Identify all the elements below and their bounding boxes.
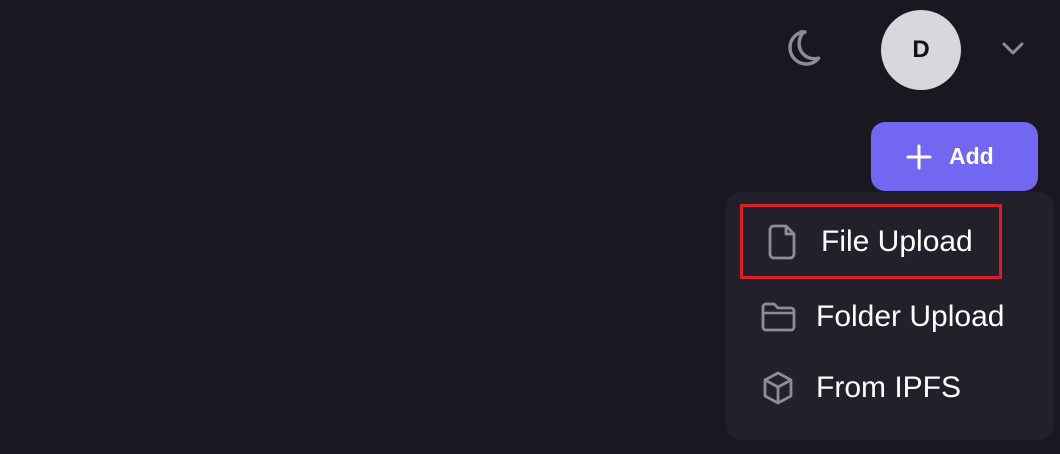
file-icon [763,222,803,262]
menu-item-folder-upload[interactable]: Folder Upload [740,282,1030,352]
moon-icon [778,26,824,77]
plus-icon [905,143,933,171]
menu-item-file-upload[interactable]: File Upload [740,204,1002,279]
folder-icon [758,297,798,337]
menu-item-label: From IPFS [816,371,962,404]
user-avatar[interactable]: D [881,10,961,90]
cube-icon [758,368,798,408]
menu-item-label: Folder Upload [816,300,1005,333]
menu-item-from-ipfs[interactable]: From IPFS [740,353,1030,423]
theme-toggle-button[interactable] [778,28,824,74]
page: D Add File Upload Folder Upload From IPF… [0,0,1060,454]
add-dropdown-menu: File Upload Folder Upload From IPFS [726,192,1054,440]
add-button-label: Add [949,143,994,169]
add-button[interactable]: Add [871,122,1038,191]
user-menu-toggle[interactable] [998,37,1028,63]
chevron-down-icon [1000,39,1026,62]
avatar-initial: D [912,36,930,63]
menu-item-label: File Upload [821,224,973,258]
